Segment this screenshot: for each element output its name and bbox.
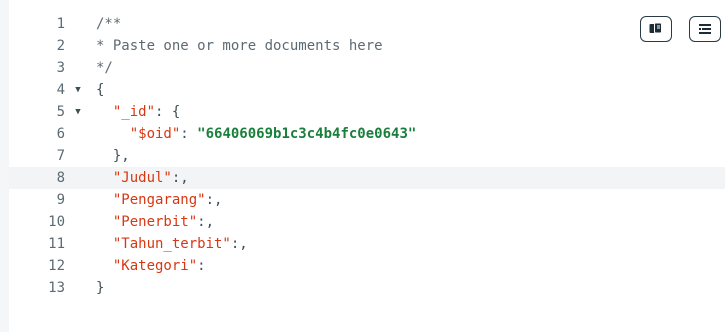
code-token: "Tahun_terbit" (112, 236, 231, 252)
code-token: :, (205, 192, 223, 208)
line-number: 2 (56, 38, 65, 54)
line-number: 9 (56, 192, 65, 208)
code-token: "66406069b1c3c4b4fc0e0643" (197, 126, 417, 142)
code-line[interactable]: 8 "Judul":, (9, 167, 725, 189)
code-token: : (180, 126, 198, 142)
code-editor[interactable]: 1 /** 2 * Paste one or more documents here 3… (9, 0, 725, 332)
fold-toggle-icon[interactable]: ▼ (72, 79, 84, 101)
line-number: 10 (48, 214, 65, 230)
code-text: */ (96, 57, 113, 79)
code-text: * Paste one or more documents here (96, 35, 383, 57)
code-line[interactable]: 11 "Tahun_terbit":, (9, 233, 725, 255)
line-number: 5 (56, 104, 65, 120)
code-line[interactable]: 2 * Paste one or more documents here (9, 35, 725, 57)
line-number: 1 (56, 16, 65, 32)
line-number: 3 (56, 60, 65, 76)
code-text: "$oid": "66406069b1c3c4b4fc0e0643" (96, 123, 417, 145)
document-editor: 1 /** 2 * Paste one or more documents here 3… (0, 0, 725, 332)
code-text: }, (96, 145, 130, 167)
line-number: 12 (48, 258, 65, 274)
code-token: } (96, 280, 105, 296)
code-token: : (197, 258, 206, 274)
code-token: :, (197, 214, 215, 230)
copy-button[interactable] (640, 16, 672, 42)
code-text: "Kategori": (96, 255, 206, 277)
copy-icon (649, 22, 662, 34)
code-text: "Tahun_terbit":, (96, 233, 248, 255)
code-text: } (96, 277, 104, 299)
line-number: 13 (48, 280, 65, 296)
code-line[interactable]: 9 "Pengarang":, (9, 189, 725, 211)
code-line[interactable]: 7 }, (9, 145, 725, 167)
code-text: "Penerbit":, (96, 211, 214, 233)
code-token: * Paste one or more documents here (96, 38, 383, 54)
editor-left-border (0, 0, 9, 332)
fold-toggle-icon[interactable]: ▼ (72, 101, 84, 123)
code-token: }, (96, 148, 130, 164)
code-token: "$oid" (129, 126, 181, 142)
code-line[interactable]: 4 ▼ { (9, 79, 725, 101)
line-number: 11 (48, 236, 65, 252)
code-token: :, (171, 170, 189, 186)
code-text: "_id": { (96, 101, 180, 123)
format-icon (699, 24, 711, 34)
code-line[interactable]: 10 "Penerbit":, (9, 211, 725, 233)
code-line[interactable]: 6 "$oid": "66406069b1c3c4b4fc0e0643" (9, 123, 725, 145)
code-text: { (96, 79, 104, 101)
code-token: "Judul" (112, 170, 172, 186)
code-text: "Pengarang":, (96, 189, 223, 211)
code-token: : { (155, 104, 181, 120)
line-number: 6 (56, 126, 65, 142)
code-token: "Pengarang" (112, 192, 206, 208)
code-line[interactable]: 5 ▼ "_id": { (9, 101, 725, 123)
code-token: { (96, 82, 105, 98)
code-token: "Penerbit" (112, 214, 198, 230)
code-line[interactable]: 13} (9, 277, 725, 299)
format-button[interactable] (689, 16, 721, 42)
code-token: */ (96, 60, 113, 76)
code-token: :, (230, 236, 248, 252)
code-line[interactable]: 12 "Kategori": (9, 255, 725, 277)
line-number: 8 (56, 170, 65, 186)
line-number: 7 (56, 148, 65, 164)
code-token: /** (96, 16, 122, 32)
code-text: /** (96, 13, 121, 35)
code-token: "Kategori" (112, 258, 198, 274)
code-line[interactable]: 1 /** (9, 13, 725, 35)
code-token: "_id" (112, 104, 156, 120)
code-line[interactable]: 3 */ (9, 57, 725, 79)
line-number: 4 (56, 82, 65, 98)
code-text: "Judul":, (96, 167, 189, 189)
